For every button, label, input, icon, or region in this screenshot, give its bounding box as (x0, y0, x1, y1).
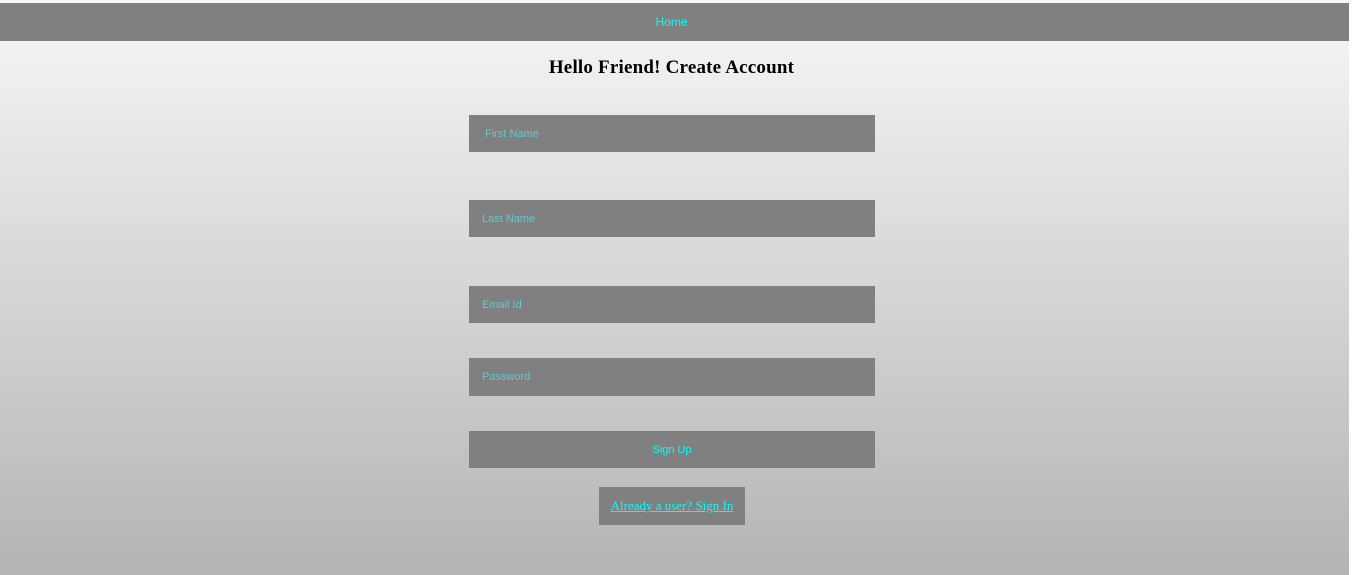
password-placeholder: Password (482, 371, 531, 383)
sign-in-link[interactable]: Already a user? Sign In (599, 487, 745, 525)
last-name-placeholder: Last Name (482, 212, 536, 225)
home-link[interactable]: Home (0, 3, 1343, 41)
email-placeholder: Email Id (482, 298, 522, 311)
page-background: Home Hello Friend! Create Account First … (0, 0, 1349, 575)
window-edge (1349, 0, 1355, 575)
email-input[interactable]: Email Id (469, 286, 875, 323)
sign-up-button[interactable]: Sign Up (469, 431, 875, 468)
first-name-placeholder: First Name (485, 127, 539, 140)
password-input[interactable]: Password (469, 358, 875, 396)
last-name-input[interactable]: Last Name (469, 200, 875, 237)
first-name-input[interactable]: First Name (469, 115, 875, 152)
page-title: Hello Friend! Create Account (548, 57, 795, 78)
top-nav-bar: Home (0, 3, 1349, 41)
